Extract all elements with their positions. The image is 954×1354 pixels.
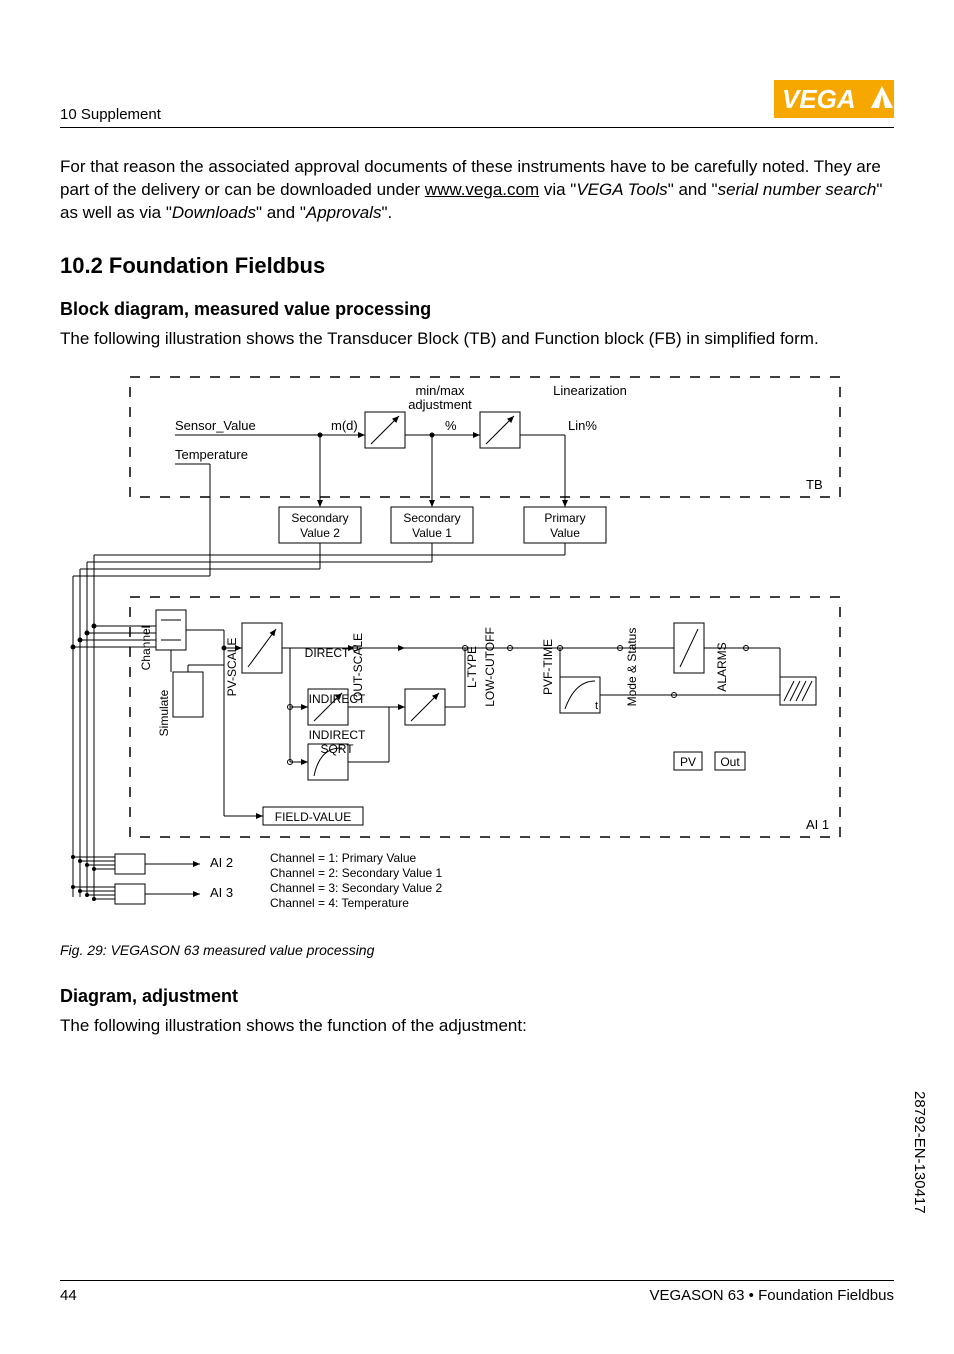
svg-text:Lin%: Lin% bbox=[568, 418, 597, 433]
block-diagram-figure: min/max adjustment Linearization Sensor_… bbox=[60, 367, 894, 932]
heading-10-2: 10.2 Foundation Fieldbus bbox=[60, 253, 894, 279]
svg-text:t: t bbox=[595, 700, 598, 712]
svg-text:OUT-SCALE: OUT-SCALE bbox=[351, 633, 365, 701]
svg-text:Mode & Status: Mode & Status bbox=[625, 627, 639, 706]
section-label: 10 Supplement bbox=[60, 106, 161, 123]
svg-text:m(d): m(d) bbox=[331, 418, 358, 433]
svg-text:VEGA: VEGA bbox=[782, 84, 856, 114]
svg-text:Out: Out bbox=[720, 755, 740, 769]
page-header: 10 Supplement VEGA bbox=[60, 80, 894, 128]
svg-text:Temperature: Temperature bbox=[175, 447, 248, 462]
footer-product: VEGASON 63 • Foundation Fieldbus bbox=[649, 1287, 894, 1304]
svg-text:AI 2: AI 2 bbox=[210, 855, 233, 870]
svg-text:Simulate: Simulate bbox=[157, 689, 171, 736]
heading-diagram-adjustment: Diagram, adjustment bbox=[60, 986, 894, 1007]
svg-text:Sensor_Value: Sensor_Value bbox=[175, 418, 256, 433]
svg-text:Channel = 4: Temperature: Channel = 4: Temperature bbox=[270, 896, 409, 910]
svg-text:TB: TB bbox=[806, 477, 823, 492]
svg-text:Primary: Primary bbox=[544, 511, 585, 525]
page-number: 44 bbox=[60, 1287, 77, 1304]
svg-text:Value 2: Value 2 bbox=[300, 526, 340, 540]
svg-text:Value 1: Value 1 bbox=[412, 526, 452, 540]
document-code-vertical: 28792-EN-130417 bbox=[911, 1091, 928, 1214]
svg-text:AI 3: AI 3 bbox=[210, 885, 233, 900]
intro-paragraph: For that reason the associated approval … bbox=[60, 156, 894, 225]
svg-text:PVF-TIME: PVF-TIME bbox=[541, 639, 555, 695]
vega-logo: VEGA bbox=[774, 80, 894, 123]
svg-text:Secondary: Secondary bbox=[403, 511, 460, 525]
svg-text:Value: Value bbox=[550, 526, 580, 540]
figure-caption: Fig. 29: VEGASON 63 measured value proce… bbox=[60, 942, 894, 958]
svg-text:INDIRECT: INDIRECT bbox=[309, 728, 366, 742]
page-footer: 44 VEGASON 63 • Foundation Fieldbus bbox=[60, 1280, 894, 1304]
svg-text:PV: PV bbox=[680, 755, 696, 769]
block-diagram-intro: The following illustration shows the Tra… bbox=[60, 328, 894, 351]
diagram-adjustment-intro: The following illustration shows the fun… bbox=[60, 1015, 894, 1038]
svg-text:ALARMS: ALARMS bbox=[715, 642, 729, 691]
svg-text:PV-SCALE: PV-SCALE bbox=[225, 637, 239, 696]
svg-text:%: % bbox=[445, 418, 457, 433]
svg-text:LOW-CUTOFF: LOW-CUTOFF bbox=[483, 627, 497, 707]
svg-text:Channel = 1: Primary Value: Channel = 1: Primary Value bbox=[270, 851, 417, 865]
svg-text:L-TYPE: L-TYPE bbox=[465, 646, 479, 688]
url-link[interactable]: www.vega.com bbox=[425, 180, 539, 199]
svg-text:Channel = 3: Secondary Value 2: Channel = 3: Secondary Value 2 bbox=[270, 881, 443, 895]
svg-text:Channel: Channel bbox=[139, 625, 153, 670]
svg-text:adjustment: adjustment bbox=[408, 397, 472, 412]
svg-text:Channel = 2: Secondary Value 1: Channel = 2: Secondary Value 1 bbox=[270, 866, 443, 880]
svg-text:FIELD-VALUE: FIELD-VALUE bbox=[275, 810, 351, 824]
svg-text:AI 1: AI 1 bbox=[806, 817, 829, 832]
svg-text:Linearization: Linearization bbox=[553, 383, 627, 398]
svg-text:min/max: min/max bbox=[415, 383, 465, 398]
svg-text:Secondary: Secondary bbox=[291, 511, 348, 525]
heading-block-diagram: Block diagram, measured value processing bbox=[60, 299, 894, 320]
